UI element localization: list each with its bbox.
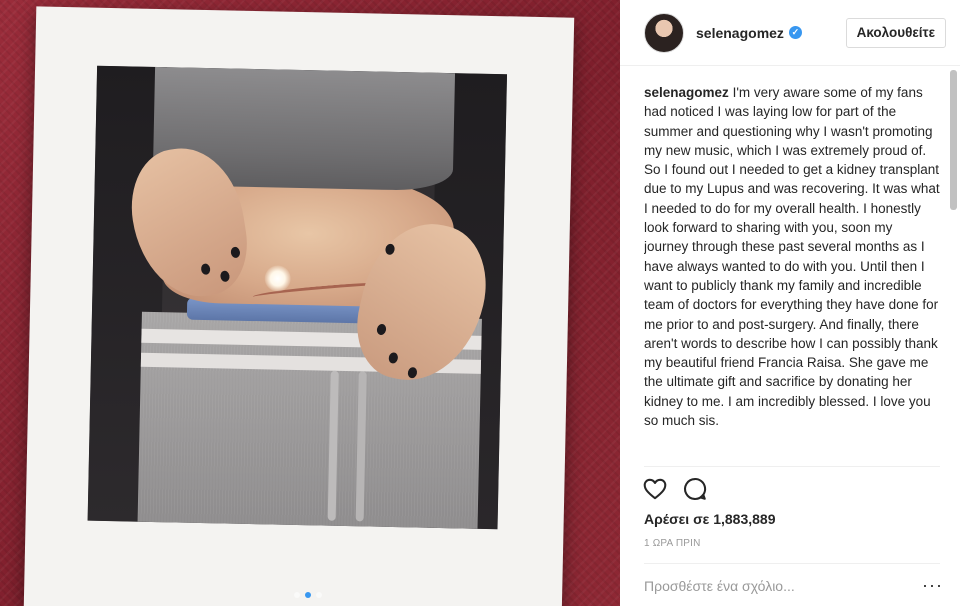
photo-scene <box>87 65 508 530</box>
carousel-dot[interactable] <box>305 592 311 598</box>
post-photo[interactable] <box>0 0 620 606</box>
fingernail <box>200 263 211 276</box>
more-options-icon[interactable]: ··· <box>922 574 943 596</box>
fingernail <box>384 242 396 256</box>
comment-input[interactable] <box>644 574 914 598</box>
username-link[interactable]: selenagomez <box>696 25 784 41</box>
carousel-dot[interactable] <box>294 592 300 598</box>
post-header: selenagomez ✓ Ακολουθείτε <box>620 0 960 66</box>
divider <box>644 563 940 564</box>
comment-icon[interactable] <box>682 476 708 507</box>
post-side-panel: selenagomez ✓ Ακολουθείτε selenagomez I'… <box>620 0 960 606</box>
fingernail <box>230 246 241 259</box>
avatar[interactable] <box>644 12 684 53</box>
post-timestamp: 1 ΩΡΑ ΠΡΙΝ <box>644 538 701 549</box>
verified-badge-icon: ✓ <box>788 26 802 39</box>
post-actions <box>642 476 708 507</box>
carousel-indicator <box>294 592 322 598</box>
fingernail <box>375 323 388 336</box>
carousel-dot[interactable] <box>316 592 322 598</box>
polaroid-frame <box>23 6 575 606</box>
caption-text: I'm very aware some of my fans had notic… <box>644 85 940 429</box>
scrollbar[interactable] <box>950 70 957 210</box>
fingernail <box>406 366 419 380</box>
heart-icon[interactable] <box>642 476 668 507</box>
divider <box>644 466 940 467</box>
caption-area: selenagomez I'm very aware some of my fa… <box>644 83 940 465</box>
following-button[interactable]: Ακολουθείτε <box>845 17 946 48</box>
fingernail <box>387 351 399 365</box>
caption: selenagomez I'm very aware some of my fa… <box>644 83 940 430</box>
caption-username-link[interactable]: selenagomez <box>644 85 729 100</box>
fingernail <box>219 270 231 283</box>
like-count[interactable]: Αρέσει σε 1,883,889 <box>644 511 775 527</box>
